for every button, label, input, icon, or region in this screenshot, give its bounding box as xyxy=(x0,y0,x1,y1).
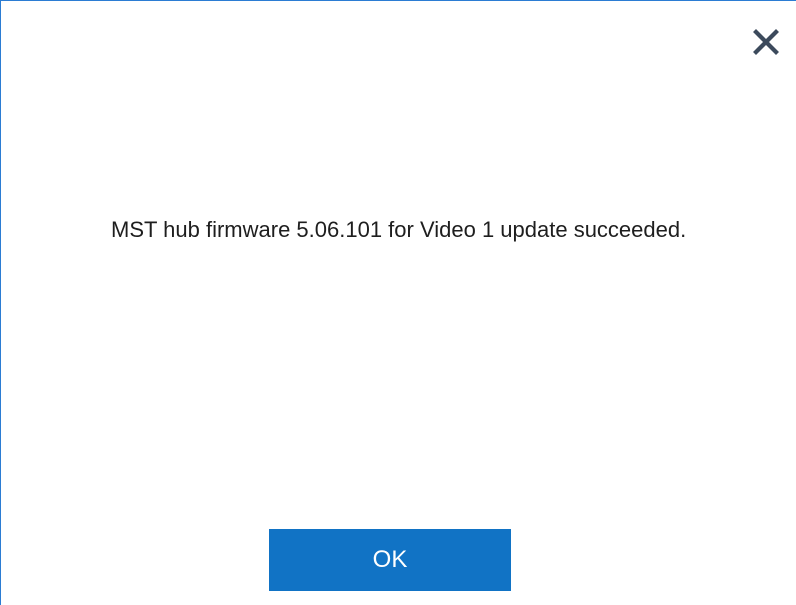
firmware-update-dialog: MST hub firmware 5.06.101 for Video 1 up… xyxy=(0,0,796,605)
status-message: MST hub firmware 5.06.101 for Video 1 up… xyxy=(111,217,687,242)
close-icon xyxy=(753,29,779,55)
ok-button[interactable]: OK xyxy=(269,529,511,591)
close-button[interactable] xyxy=(749,25,783,59)
